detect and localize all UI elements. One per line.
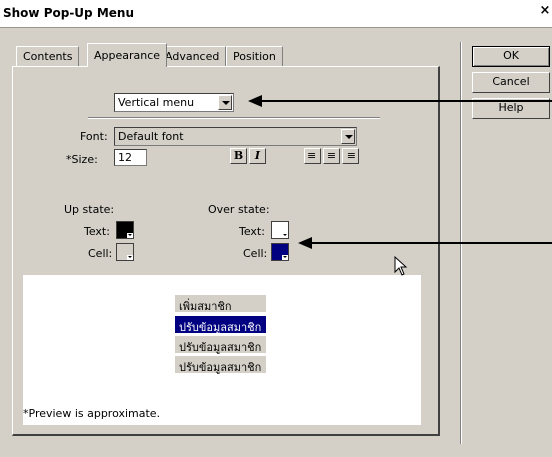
menu-orientation-select[interactable]: Vertical menu (114, 93, 234, 112)
menu-preview: เพิ่มสมาชิก ปรับข้อมูลสมาชิก ปรับข้อมูลส… (23, 275, 421, 425)
font-label: Font: (80, 130, 108, 143)
dialog-title: Show Pop-Up Menu (3, 6, 134, 20)
arrow-left-icon (298, 237, 312, 249)
align-center-button[interactable]: ≡ (323, 148, 340, 164)
section-divider (88, 117, 380, 119)
size-label: *Size: (66, 153, 98, 166)
up-cell-label: Cell: (88, 247, 113, 260)
preview-menu-item: เพิ่มสมาชิก (175, 295, 266, 313)
over-text-label: Text: (239, 225, 265, 238)
size-input[interactable]: 12 (114, 149, 147, 166)
up-text-color-swatch[interactable] (116, 221, 134, 239)
italic-button[interactable]: I (249, 148, 266, 164)
close-icon[interactable]: × (538, 3, 552, 21)
align-left-button[interactable]: ≡ (304, 148, 321, 164)
annotation-arrow-line (310, 242, 552, 244)
preview-menu-item: ปรับข้อมูลสมาชิก (175, 356, 266, 374)
mouse-pointer-icon (394, 256, 408, 276)
chevron-down-icon[interactable] (341, 129, 355, 144)
font-value: Default font (118, 130, 184, 143)
show-popup-menu-dialog: Show Pop-Up Menu × Contents Appearance A… (0, 0, 552, 457)
title-bar: Show Pop-Up Menu × (0, 0, 552, 28)
align-right-button[interactable]: ≡ (342, 148, 359, 164)
preview-menu-item: ปรับข้อมูลสมาชิก (175, 336, 266, 354)
over-cell-color-swatch[interactable] (271, 243, 289, 261)
cancel-button[interactable]: Cancel (472, 72, 550, 93)
up-cell-color-swatch[interactable] (116, 243, 134, 261)
bold-button[interactable]: B (230, 148, 247, 164)
annotation-arrow-line (260, 100, 552, 102)
preview-menu-item-highlighted: ปรับข้อมูลสมาชิก (175, 316, 266, 334)
ok-button[interactable]: OK (472, 46, 550, 67)
up-text-label: Text: (84, 225, 110, 238)
over-cell-label: Cell: (243, 247, 268, 260)
preview-note: *Preview is approximate. (23, 407, 161, 420)
tab-appearance[interactable]: Appearance (87, 43, 168, 67)
tab-contents[interactable]: Contents (16, 46, 80, 66)
chevron-down-icon[interactable] (218, 95, 232, 110)
tab-advanced[interactable]: Advanced (158, 46, 227, 66)
over-state-label: Over state: (208, 203, 270, 216)
arrow-left-icon (248, 95, 262, 107)
over-text-color-swatch[interactable] (271, 221, 289, 239)
tab-position[interactable]: Position (226, 46, 283, 66)
up-state-label: Up state: (64, 203, 115, 216)
font-select[interactable]: Default font (114, 127, 357, 146)
menu-orientation-value: Vertical menu (118, 96, 195, 109)
